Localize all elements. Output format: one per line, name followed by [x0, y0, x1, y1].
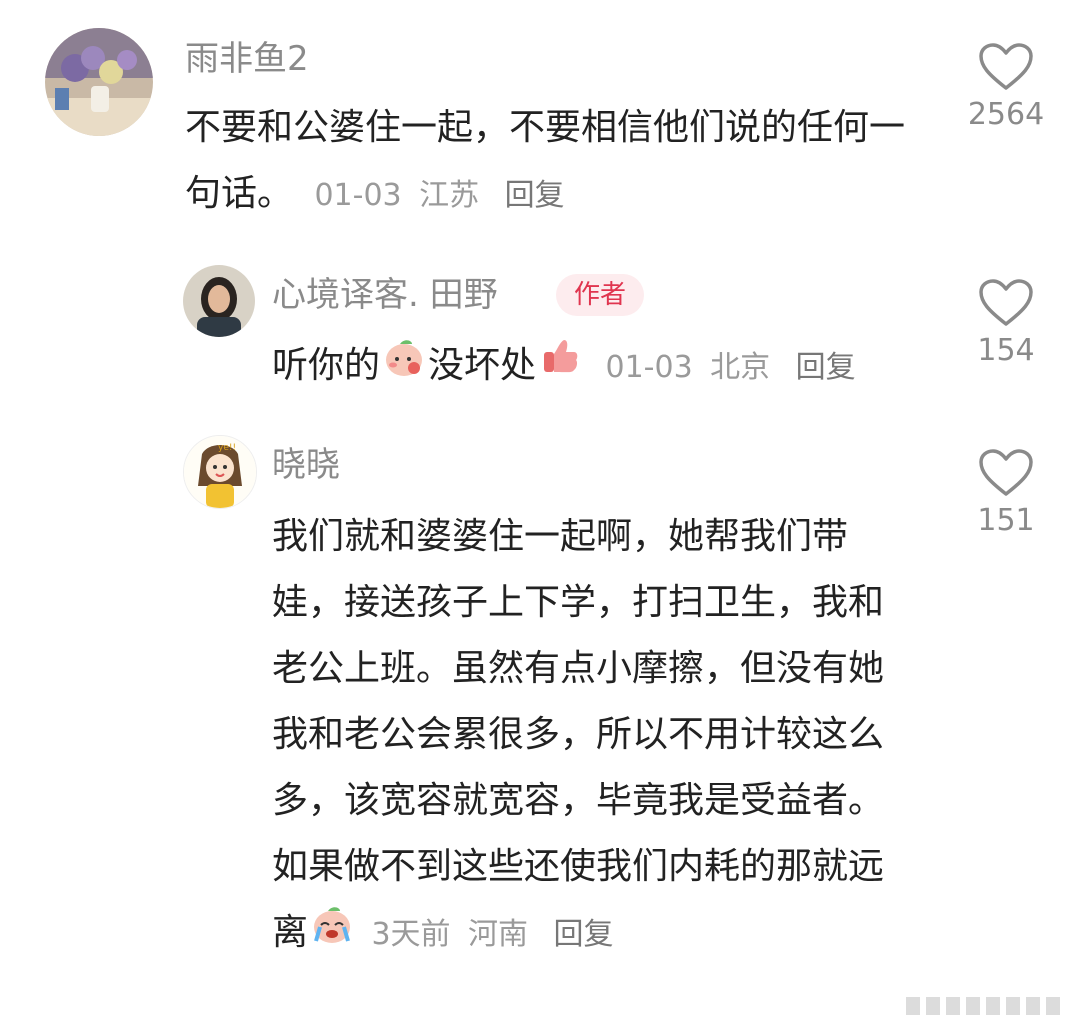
crying-face-emoji [310, 901, 354, 967]
reply-button[interactable]: 回复 [505, 178, 565, 213]
like-count: 151 [977, 503, 1035, 538]
comment-location: 江苏 [419, 178, 480, 213]
avatar[interactable] [183, 265, 255, 337]
avatar[interactable] [45, 28, 153, 136]
avatar[interactable]: ye!! [183, 435, 257, 509]
comment-content-2: 没坏处 [428, 345, 537, 386]
cartoon-girl-avatar: ye!! [184, 436, 256, 508]
comment-date: 01-03 [605, 350, 693, 385]
watermark [906, 995, 1066, 1021]
comment-text: 听你的 没坏处 01-03 北京 回复 [272, 333, 932, 401]
username[interactable]: 心境译客. 田野 [272, 278, 498, 312]
comment-text: 我们就和婆婆住一起啊，她帮我们带娃，接送孩子上下学，打扫卫生，我和老公上班。虽然… [272, 504, 912, 968]
flowers-photo-avatar [45, 28, 153, 136]
heart-icon [979, 279, 1033, 326]
reply-button[interactable]: 回复 [553, 917, 613, 952]
username[interactable]: 雨非鱼2 [185, 42, 309, 76]
watermark-icon [906, 997, 1060, 1015]
heart-icon [979, 449, 1033, 496]
comment-location: 北京 [710, 350, 771, 385]
like-button[interactable]: 154 [961, 278, 1051, 366]
thumbs-up-emoji [538, 334, 582, 400]
comment-text: 不要和公婆住一起，不要相信他们说的任何一句话。 01-03 江苏 回复 [185, 95, 915, 229]
comment-content: 我们就和婆婆住一起啊，她帮我们带娃，接送孩子上下学，打扫卫生，我和老公上班。虽然… [272, 516, 885, 953]
svg-text:ye!!: ye!! [218, 443, 236, 453]
like-count: 154 [977, 333, 1035, 368]
woman-portrait-avatar [183, 265, 255, 337]
author-badge: 作者 [556, 274, 645, 316]
like-count: 2564 [967, 97, 1045, 132]
reply-button[interactable]: 回复 [796, 350, 856, 385]
like-button[interactable]: 2564 [961, 42, 1051, 130]
like-button[interactable]: 151 [961, 448, 1051, 536]
comment-date: 3天前 [371, 917, 451, 952]
username[interactable]: 晓晓 [272, 448, 340, 482]
comment-location: 河南 [468, 917, 529, 952]
comment-content: 听你的 [272, 345, 381, 386]
heart-icon [979, 43, 1033, 90]
comment-date: 01-03 [314, 178, 402, 213]
blush-face-emoji [382, 334, 426, 400]
